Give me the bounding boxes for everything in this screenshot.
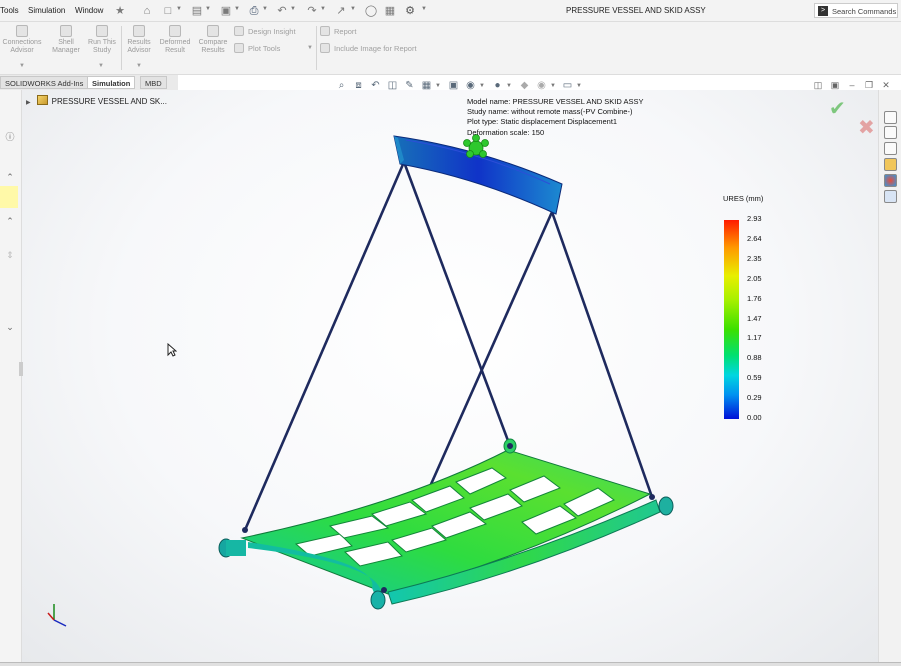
expand-down-icon[interactable]: ⌄	[3, 322, 17, 333]
appearances-icon[interactable]	[884, 174, 897, 187]
close-icon[interactable]: ✖	[858, 115, 875, 140]
restore-icon[interactable]: ❐	[863, 79, 875, 91]
section-view-icon[interactable]: ◫	[386, 80, 399, 92]
study-name-text: Study name: without remote mass(-PV Comb…	[467, 107, 633, 117]
minimize-icon[interactable]: –	[846, 79, 858, 91]
apply-scene-icon[interactable]: ◆	[518, 80, 531, 92]
model-name-text: Model name: PRESSURE VESSEL AND SKID ASS…	[467, 97, 644, 106]
check-icon[interactable]: ✔	[829, 96, 846, 121]
hide-show-items-icon[interactable]: ◉	[464, 80, 477, 92]
legend-value: 1.76	[747, 293, 762, 303]
legend-value: 1.47	[747, 313, 762, 323]
cursor-arrow-icon	[167, 343, 177, 357]
view-orientation-icon[interactable]: ▦	[420, 80, 433, 92]
zoom-to-fit-icon[interactable]: ⌕	[335, 80, 348, 92]
tree-root-item[interactable]: ▶ PRESSURE VESSEL AND SK...	[26, 95, 167, 106]
view-palette-icon[interactable]	[884, 158, 897, 171]
legend-value: 0.59	[747, 373, 762, 383]
custom-properties-icon[interactable]	[884, 190, 897, 203]
home-icon[interactable]	[884, 111, 897, 124]
display-style-icon[interactable]: ▣	[447, 80, 460, 92]
plot-type-text: Plot type: Static displacement Displacem…	[467, 117, 618, 127]
legend-value: 2.93	[747, 214, 762, 223]
status-bar	[0, 662, 901, 666]
legend-value: 2.35	[747, 253, 762, 263]
legend-value: 2.05	[747, 273, 762, 283]
legend-value: 0.00	[747, 413, 762, 422]
axis-triad-icon	[47, 604, 67, 627]
deformation-scale-text: Deformation scale: 150	[467, 127, 545, 137]
edit-appearance-icon[interactable]: ●	[491, 80, 504, 92]
collapse-up-icon-2[interactable]: ⌃	[3, 216, 17, 227]
spin-icon[interactable]: ⇕	[3, 250, 17, 261]
tree-root-label: PRESSURE VESSEL AND SK...	[51, 97, 167, 106]
previous-view-icon[interactable]: ↶	[369, 80, 382, 92]
display-monitor-icon[interactable]: ▭	[561, 80, 574, 92]
legend-value: 0.88	[747, 353, 762, 363]
left-panel-strip: ⓘ ⌃ ⌃ ⇕ ⌄	[0, 90, 23, 662]
load-marker-icon	[463, 134, 489, 158]
legend-color-bar	[724, 220, 739, 419]
task-pane-strip	[878, 90, 901, 662]
highlight-marker	[0, 186, 18, 208]
help-icon[interactable]: ⓘ	[3, 130, 17, 143]
skid-frame	[218, 438, 674, 610]
appearance-caret-icon[interactable]: ▼	[506, 83, 512, 89]
tile-view-icon[interactable]: ◫	[812, 79, 824, 91]
file-explorer-icon[interactable]	[884, 142, 897, 155]
collapse-up-icon[interactable]: ⌃	[3, 172, 17, 183]
zoom-area-icon[interactable]: ⧈	[352, 80, 365, 92]
view-settings-icon[interactable]: ◉	[535, 80, 548, 92]
view-orientation-caret-icon[interactable]: ▼	[435, 83, 441, 89]
hide-show-caret-icon[interactable]: ▼	[479, 83, 485, 89]
tree-expand-arrow-icon[interactable]: ▶	[26, 100, 31, 106]
legend-value: 0.29	[747, 393, 762, 403]
assembly-icon	[36, 95, 48, 105]
legend-title: URES (mm)	[723, 194, 764, 203]
legend-value: 2.64	[747, 233, 762, 243]
panel-splitter-handle[interactable]	[19, 362, 23, 376]
monitor-caret-icon[interactable]: ▼	[576, 83, 582, 89]
view-settings-caret-icon[interactable]: ▼	[550, 83, 556, 89]
legend-value: 1.17	[747, 333, 762, 343]
plot-info-block: Model name: PRESSURE VESSEL AND SKID ASS…	[467, 97, 643, 138]
float-view-icon[interactable]: ▣	[829, 79, 841, 91]
resources-icon[interactable]	[884, 126, 897, 139]
dynamic-annotation-icon[interactable]: ✎	[403, 80, 416, 92]
